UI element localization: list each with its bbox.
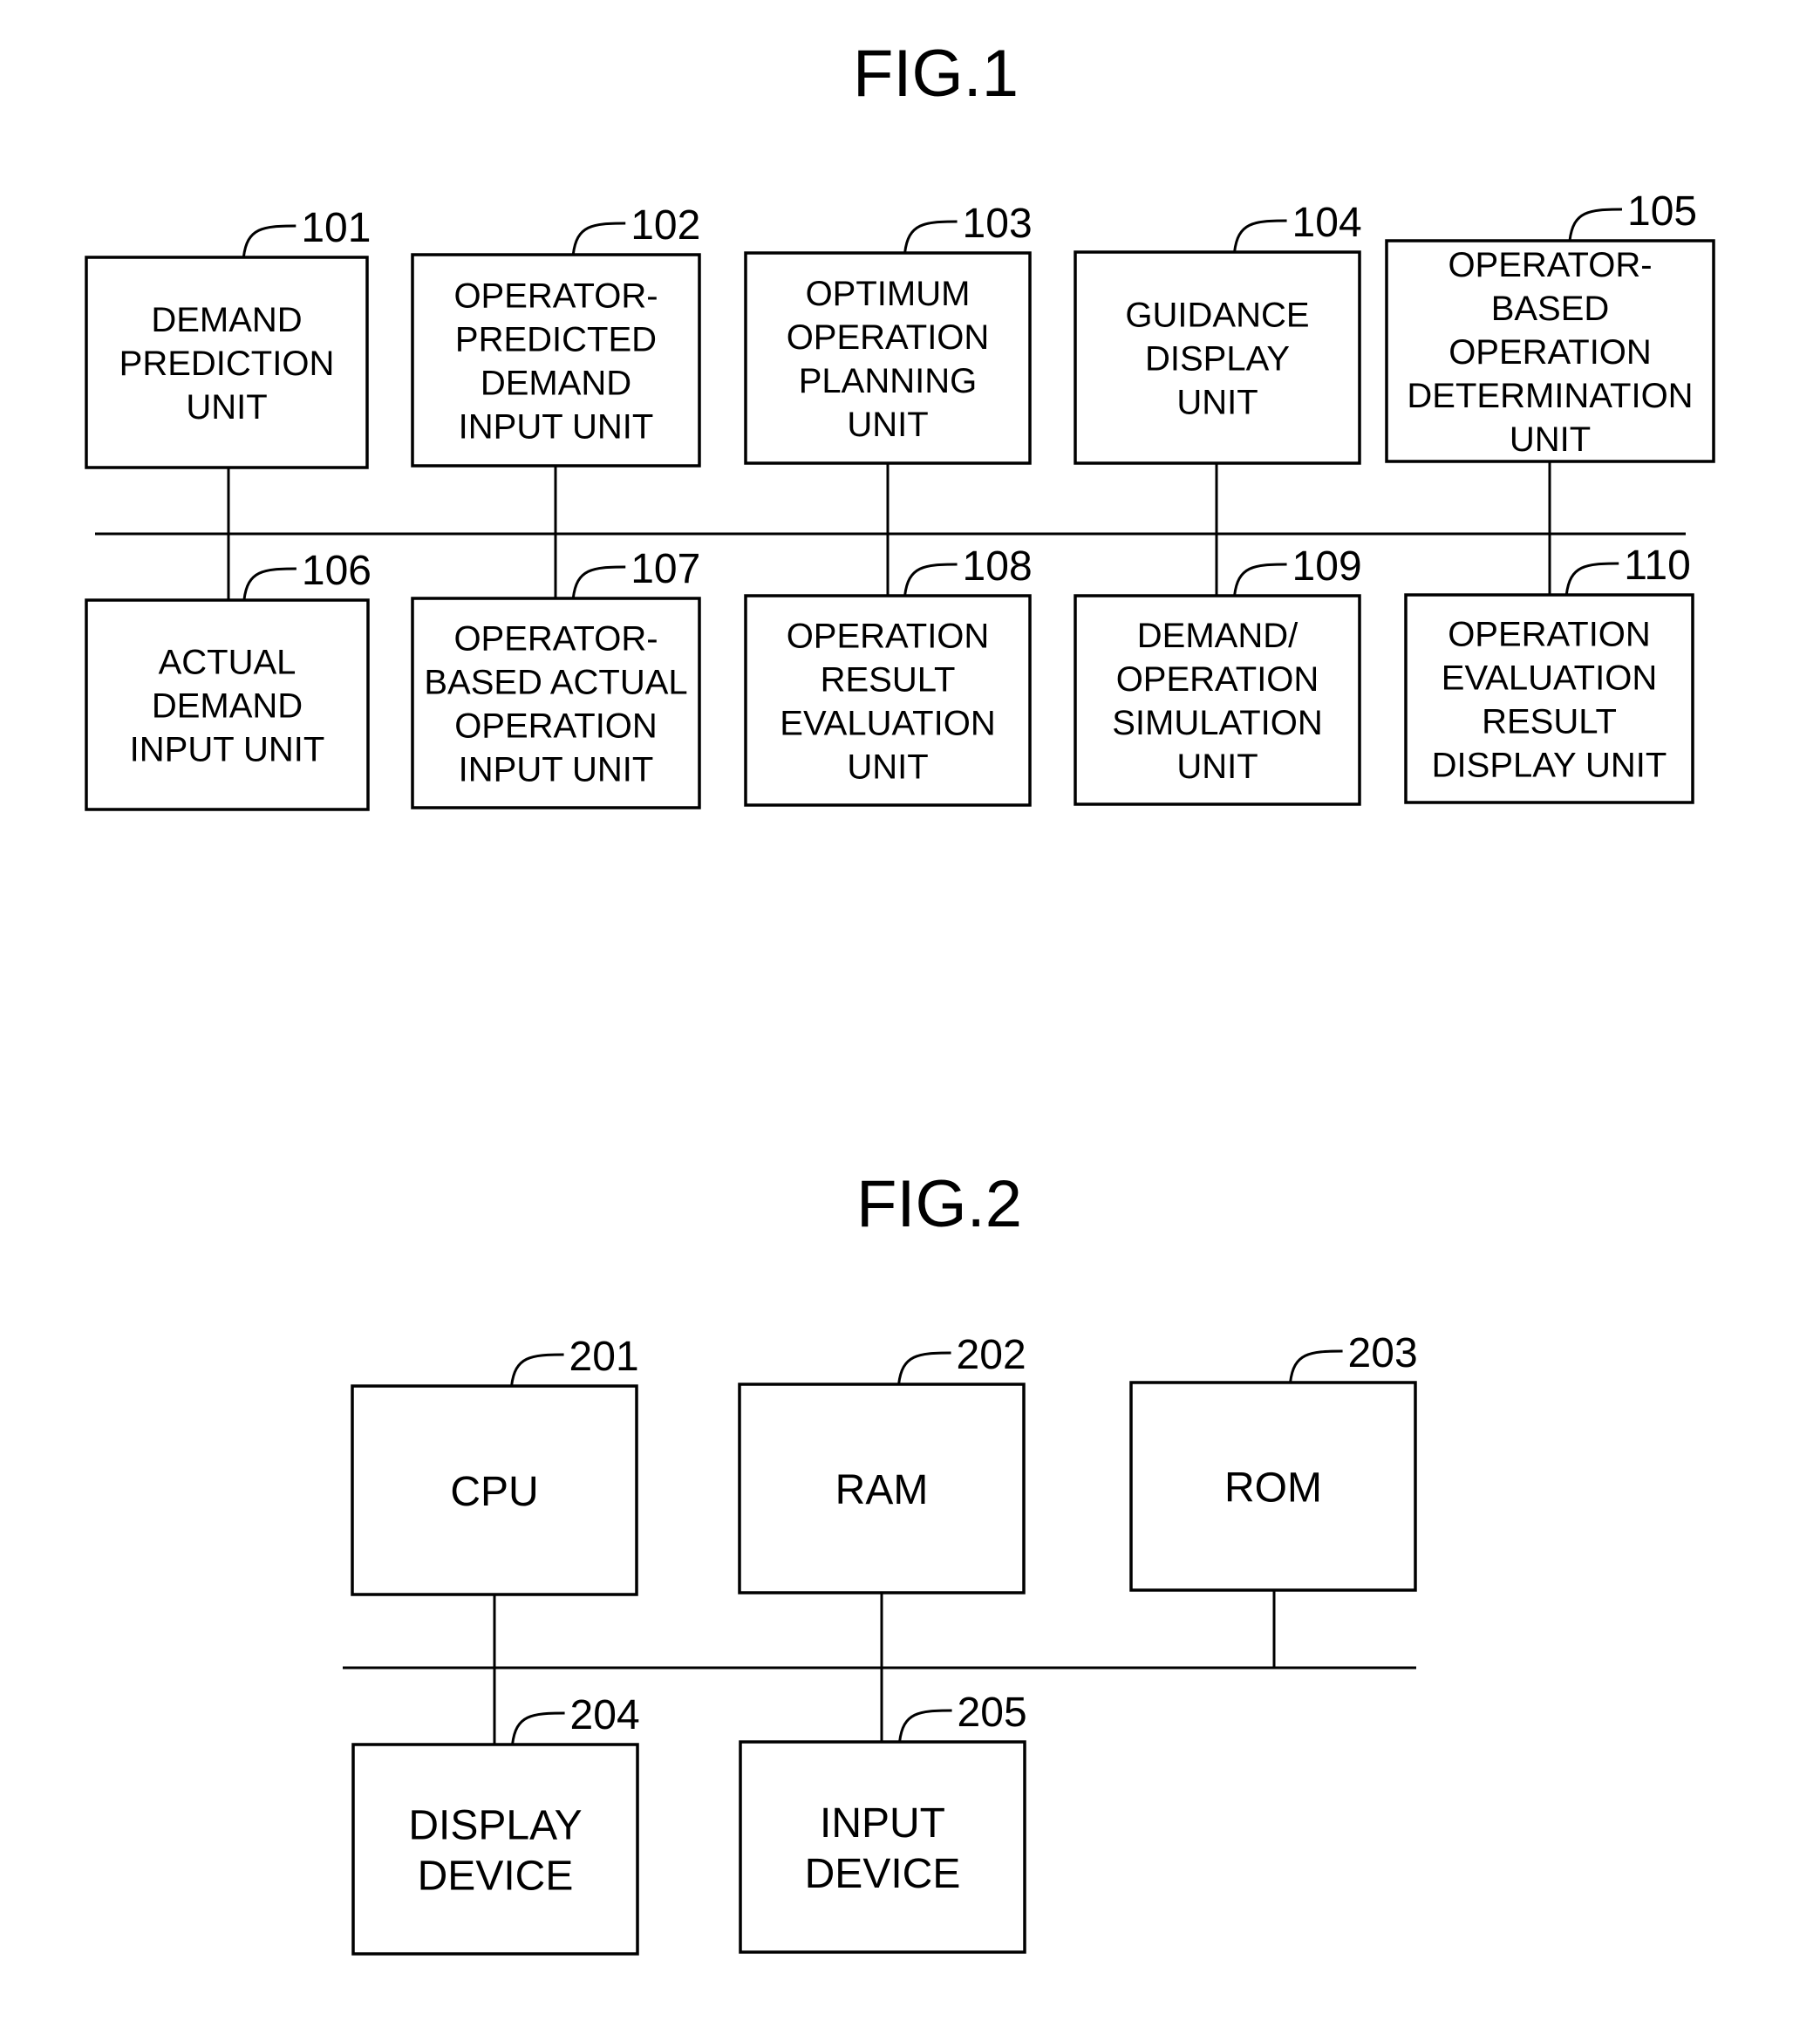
- reference-numeral-101: 101: [301, 205, 371, 251]
- leader-line-204: [511, 1711, 565, 1745]
- leader-line-201: [510, 1353, 564, 1387]
- block-101: 101 DEMAND PREDICTION UNIT: [85, 205, 371, 534]
- block-109: 109 DEMAND/OPERATION SIMULATION UNIT: [1074, 534, 1362, 806]
- block-label-line: OPTIMUM: [806, 275, 971, 313]
- reference-numeral-202: 202: [957, 1332, 1026, 1378]
- block-label-line: UNIT: [186, 388, 267, 427]
- reference-numeral-201: 201: [569, 1334, 639, 1380]
- block-label-line: CPU: [450, 1469, 538, 1515]
- reference-numeral-102: 102: [631, 202, 700, 249]
- leader-line-107: [571, 565, 626, 599]
- block-label-line: DEVICE: [418, 1853, 574, 1899]
- block-label-line: UNIT: [847, 406, 928, 444]
- block-label-line: UNIT: [1176, 748, 1258, 786]
- block-label-line: PLANNING: [799, 362, 978, 400]
- block-label-line: OPERATION: [787, 318, 990, 357]
- leader-line-102: [571, 222, 626, 256]
- leader-line-108: [903, 563, 958, 597]
- block-label-line: PREDICTED: [455, 320, 657, 358]
- block-label-line: OPERATION: [1448, 615, 1651, 653]
- block-106: 106 ACTUAL DEMAND INPUT UNIT: [85, 534, 371, 811]
- fig1-title: FIG.1: [853, 37, 1019, 111]
- block-205: 205 INPUTDEVICE: [739, 1668, 1027, 1954]
- block-label-line: UNIT: [847, 748, 928, 786]
- block-label-line: DEVICE: [805, 1851, 961, 1897]
- leader-line-105: [1568, 208, 1623, 242]
- leader-line-110: [1564, 562, 1619, 596]
- block-107: 107 OPERATOR- BASED ACTUAL OPERATION INPUT U…: [411, 534, 701, 809]
- block-label-line: ACTUAL: [159, 643, 297, 681]
- block-label-line: OPERATOR-: [453, 277, 658, 315]
- block-110: 110 OPERATION EVALUATION RESULT DISPLAY UNIT: [1404, 534, 1694, 804]
- reference-numeral-106: 106: [302, 548, 371, 594]
- fig2-title: FIG.2: [856, 1167, 1022, 1241]
- reference-numeral-103: 103: [963, 201, 1033, 247]
- reference-numeral-107: 107: [631, 546, 700, 592]
- block-label-line: DISPLAY: [408, 1802, 582, 1848]
- block-label-line: UNIT: [1176, 383, 1258, 421]
- block-202: 202 RAM: [738, 1332, 1026, 1668]
- block-label-line: PREDICTION: [119, 345, 335, 383]
- leader-line-109: [1233, 563, 1287, 597]
- reference-numeral-108: 108: [963, 543, 1033, 590]
- block-label-line: RESULT: [1482, 702, 1617, 741]
- reference-numeral-109: 109: [1292, 543, 1362, 590]
- block-label-line: EVALUATION: [1442, 659, 1657, 697]
- reference-numeral-205: 205: [958, 1690, 1027, 1736]
- block-label-line: INPUT: [820, 1800, 945, 1847]
- fig1-block-diagram: 101 DEMAND PREDICTION UNIT 102 OPERATOR- PREDI…: [85, 188, 1715, 811]
- block-label-line: GUIDANCE: [1125, 296, 1309, 334]
- block-label-line: OPERATION: [1449, 333, 1652, 372]
- leader-line-205: [898, 1709, 952, 1743]
- block-104: 104 GUIDANCE DISPLAY UNIT: [1074, 200, 1362, 534]
- leader-line-202: [897, 1351, 951, 1385]
- block-label-line: RAM: [835, 1467, 929, 1513]
- block-label-line: UNIT: [1510, 420, 1591, 459]
- block-label-line: OPERATION: [1116, 660, 1319, 699]
- reference-numeral-104: 104: [1292, 200, 1362, 246]
- block-label-line: OPERATOR-: [1448, 246, 1652, 284]
- block-label-line: INPUT UNIT: [459, 750, 654, 789]
- block-box-205: [739, 1740, 1026, 1954]
- block-label-line: ROM: [1224, 1465, 1322, 1511]
- leader-line-203: [1289, 1349, 1343, 1383]
- leader-line-104: [1233, 219, 1287, 253]
- block-201: 201 CPU: [351, 1334, 639, 1668]
- block-label-line: DEMAND: [151, 301, 302, 339]
- reference-numeral-204: 204: [570, 1692, 640, 1738]
- block-label-line: OPERATOR-: [453, 619, 658, 658]
- block-label-line: EVALUATION: [780, 704, 995, 742]
- fig2-block-diagram: 201 CPU 202 RAM 203 ROM 204 DISPLAY DEVICE 205 INP…: [343, 1330, 1418, 1956]
- block-203: 203 ROM: [1129, 1330, 1418, 1668]
- block-108: 108 OPERATION RESULT EVALUATION UNIT: [744, 534, 1033, 807]
- leader-line-101: [242, 224, 297, 258]
- block-label-line: INPUT UNIT: [130, 730, 325, 768]
- leader-line-106: [242, 567, 297, 601]
- block-label-line: DEMAND: [481, 364, 631, 402]
- block-label-line: BASED: [1491, 290, 1610, 328]
- reference-numeral-203: 203: [1348, 1330, 1418, 1376]
- patent-drawing-sheet: FIG.1 101 DEMAND PREDICTION UNIT 102 OPERATOR…: [85, 37, 1715, 1956]
- reference-numeral-110: 110: [1624, 543, 1691, 589]
- block-label-line: DISPLAY: [1145, 339, 1290, 378]
- block-label-line: INPUT UNIT: [459, 407, 654, 446]
- block-label-line: DEMAND/: [1137, 617, 1299, 655]
- block-103: 103 OPTIMUM OPERATION PLANNING UNIT: [744, 201, 1033, 534]
- block-label-line: DISPLAY UNIT: [1432, 746, 1667, 784]
- block-label-line: DEMAND: [152, 686, 303, 725]
- block-label-line: OPERATION: [454, 707, 658, 745]
- block-102: 102 OPERATOR- PREDICTED DEMAND INPUT UNIT: [411, 202, 701, 534]
- block-label-line: DETERMINATION: [1407, 377, 1693, 415]
- block-label-line: BASED ACTUAL: [424, 663, 687, 701]
- block-box-204: [351, 1743, 639, 1956]
- block-label-line: SIMULATION: [1112, 704, 1323, 742]
- leader-line-103: [903, 220, 958, 254]
- block-label-line: RESULT: [821, 660, 956, 699]
- block-204: 204 DISPLAY DEVICE: [351, 1668, 640, 1956]
- reference-numeral-105: 105: [1627, 188, 1697, 235]
- block-105: 105 OPERATOR- BASED OPERATION DETERMINATION U…: [1385, 188, 1715, 534]
- block-label-line: OPERATION: [787, 617, 990, 655]
